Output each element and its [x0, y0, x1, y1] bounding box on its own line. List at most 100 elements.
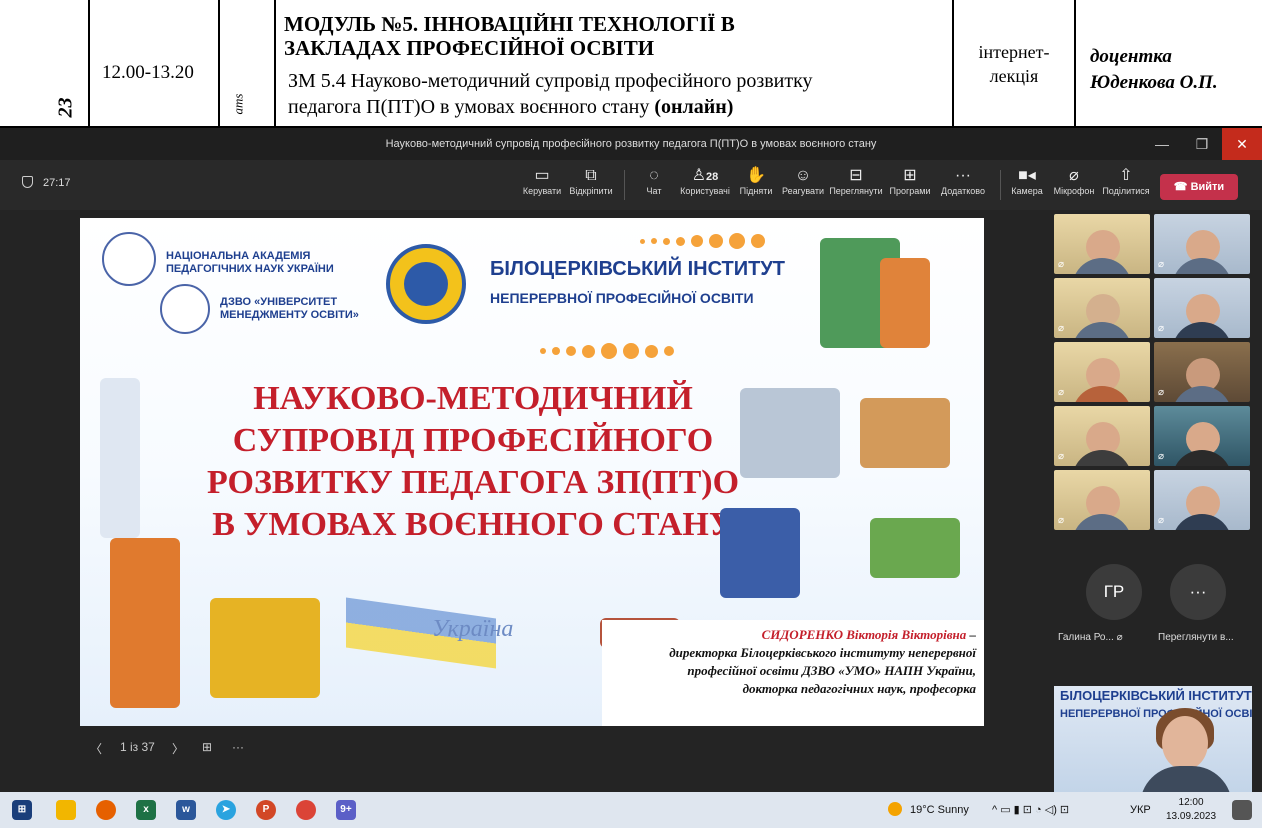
- camera-label: Камера: [1011, 186, 1043, 196]
- slide-title-line2: СУПРОВІД ПРОФЕСІЙНОГО: [232, 422, 714, 459]
- minimize-button[interactable]: —: [1142, 128, 1182, 160]
- speaker-line3: професійної освіти ДЗВО «УМО» НАПН Украї…: [687, 663, 976, 678]
- participant-video-tile[interactable]: ⌀: [1054, 406, 1150, 466]
- weather-widget[interactable]: 19°C Sunny: [888, 792, 969, 828]
- popout-button[interactable]: ⧉ Відкріпити: [566, 166, 616, 196]
- more-button[interactable]: ··· Додатково: [936, 166, 990, 196]
- doc-lecturer-line2: Юденкова О.П.: [1090, 72, 1218, 93]
- mic-muted-icon: ⌀: [1158, 259, 1165, 270]
- notifications-icon[interactable]: [1232, 800, 1252, 820]
- share-button[interactable]: ⇧ Поділитися: [1100, 166, 1152, 196]
- firefox-icon[interactable]: [96, 800, 116, 820]
- university-line2: МЕНЕДЖМЕНТУ ОСВІТИ»: [220, 309, 359, 321]
- speaker-dash: –: [966, 627, 977, 642]
- doc-module-line1: МОДУЛЬ №5. ІННОВАЦІЙНІ ТЕХНОЛОГІЇ В: [284, 12, 735, 36]
- participant-video-tile[interactable]: ⌀: [1154, 278, 1250, 338]
- manage-button[interactable]: ▭ Керувати: [520, 166, 564, 196]
- carpenter-illustration: [870, 518, 960, 578]
- participant-video-tile[interactable]: ⌀: [1054, 342, 1150, 402]
- people-icon: ♙28: [691, 167, 719, 184]
- speaker-caption: СИДОРЕНКО Вікторія Вікторівна – директор…: [602, 620, 984, 726]
- welder-illustration: [720, 508, 800, 598]
- meeting-timer: 27:17: [22, 176, 71, 189]
- view-button[interactable]: ⊟ Переглянути: [828, 166, 884, 196]
- doc-kind-line2: лекція: [989, 66, 1039, 86]
- chrome-icon[interactable]: [296, 800, 316, 820]
- speaker-line1: СИДОРЕНКО Вікторія Вікторівна –: [610, 626, 976, 644]
- sun-icon: [888, 802, 902, 816]
- view-label: Переглянути: [829, 186, 883, 196]
- react-button[interactable]: ☺ Реагувати: [780, 166, 826, 196]
- excel-icon[interactable]: x: [136, 800, 156, 820]
- participant-video-tile[interactable]: ⌀: [1154, 406, 1250, 466]
- participant-video-tile[interactable]: ⌀: [1054, 470, 1150, 530]
- institute-subtitle: НЕПЕРЕРВНОЇ ПРОФЕСІЙНОЇ ОСВІТИ: [490, 290, 754, 306]
- mic-button[interactable]: ⌀ Мікрофон: [1050, 166, 1098, 196]
- start-icon[interactable]: ⊞: [12, 800, 32, 820]
- leave-label: Вийти: [1190, 181, 1225, 193]
- participant-video-tile[interactable]: ⌀: [1154, 470, 1250, 530]
- camera-button[interactable]: ■◂ Камера: [1008, 166, 1046, 196]
- doc-date-fragment: 23: [54, 97, 77, 118]
- doc-module-title: МОДУЛЬ №5. ІННОВАЦІЙНІ ТЕХНОЛОГІЇ В ЗАКЛ…: [284, 12, 944, 60]
- leave-button[interactable]: ☎ Вийти: [1160, 174, 1238, 200]
- participant-avatar[interactable]: ГР: [1086, 564, 1142, 620]
- share-icon: ⇧: [1119, 167, 1133, 184]
- worker-illustration: [880, 258, 930, 348]
- participant-name-wrap: Галина Ро... ⌀: [1058, 632, 1123, 643]
- participant-video-tile[interactable]: ⌀: [1154, 342, 1250, 402]
- chat-icon: ◌: [649, 167, 659, 184]
- prev-slide-button[interactable]: 〈: [90, 740, 102, 757]
- share-label: Поділитися: [1102, 186, 1150, 196]
- university-seal-icon: [160, 284, 210, 334]
- mic-muted-icon: ⌀: [1158, 451, 1165, 462]
- powerpoint-icon[interactable]: P: [256, 800, 276, 820]
- self-banner-line2: НЕПЕРЕРВНОЇ ПРОФЕСІЙНОЇ ОСВІТИ: [1060, 708, 1252, 720]
- apps-button[interactable]: ⊞ Програми: [886, 166, 934, 196]
- file-explorer-icon[interactable]: [56, 800, 76, 820]
- slide-title: НАУКОВО-МЕТОДИЧНИЙ СУПРОВІД ПРОФЕСІЙНОГО…: [178, 378, 768, 546]
- raise-label: Підняти: [739, 186, 773, 196]
- timer-value: 27:17: [43, 177, 71, 189]
- view-more-participants-button[interactable]: ···: [1170, 564, 1226, 620]
- camera-icon: ■◂: [1018, 167, 1036, 184]
- popout-icon: ⧉: [585, 167, 597, 184]
- academy-name: НАЦІОНАЛЬНА АКАДЕМІЯ ПЕДАГОГІЧНИХ НАУК У…: [166, 250, 346, 276]
- raise-hand-button[interactable]: ✋ Підняти: [736, 166, 776, 196]
- teams-meeting-window: Науково-методичний супровід професійного…: [0, 128, 1262, 794]
- chat-button[interactable]: ◌ Чат: [636, 166, 672, 196]
- clock-time: 12:00: [1178, 797, 1204, 808]
- participant-video-tile[interactable]: ⌀: [1154, 214, 1250, 274]
- slide-title-line1: НАУКОВО-МЕТОДИЧНИЙ: [253, 380, 693, 417]
- language-indicator[interactable]: УКР: [1130, 792, 1151, 828]
- slide-title-line4: В УМОВАХ ВОЄННОГО СТАНУ: [212, 506, 734, 543]
- slide-more-button[interactable]: ···: [232, 740, 244, 754]
- clock[interactable]: 12:00 13.09.2023: [1166, 796, 1216, 824]
- self-video-tile[interactable]: БІЛОЦЕРКІВСЬКИЙ ІНСТИТУТ НЕПЕРЕРВНОЇ ПРО…: [1054, 686, 1252, 794]
- view-more-label: Переглянути в...: [1158, 632, 1234, 643]
- mic-muted-icon: ⌀: [1116, 632, 1123, 643]
- next-slide-button[interactable]: 〉: [172, 740, 184, 757]
- teams-icon[interactable]: 9+: [336, 800, 356, 820]
- mic-label: Мікрофон: [1053, 186, 1095, 196]
- doc-submodule: ЗМ 5.4 Науково-методичний супровід профе…: [288, 68, 948, 120]
- people-button[interactable]: ♙28 Користувачі: [676, 166, 734, 196]
- chat-label: Чат: [646, 186, 662, 196]
- mic-muted-icon: ⌀: [1069, 167, 1079, 184]
- popout-label: Відкріпити: [569, 186, 613, 196]
- participant-video-tile[interactable]: ⌀: [1054, 278, 1150, 338]
- restore-button[interactable]: ❐: [1182, 128, 1222, 160]
- participant-video-tile[interactable]: ⌀: [1054, 214, 1150, 274]
- telegram-icon[interactable]: ➤: [216, 800, 236, 820]
- doc-submodule-line2: педагога П(ПТ)О в умовах воєнного стану: [288, 96, 650, 118]
- meeting-toolbar: 27:17 ▭ Керувати ⧉ Відкріпити ◌ Чат ♙28 Кори…: [0, 160, 1262, 210]
- slide-counter: 1 із 37: [120, 740, 155, 754]
- institute-name: БІЛОЦЕРКІВСЬКИЙ ІНСТИТУТ: [490, 258, 785, 280]
- word-icon[interactable]: w: [176, 800, 196, 820]
- self-banner-line1: БІЛОЦЕРКІВСЬКИЙ ІНСТИТУТ: [1060, 688, 1252, 703]
- tray-icons[interactable]: ^ ▭ ▮ ⊡ ◔ ◁) ⊡: [992, 792, 1069, 828]
- grid-view-icon[interactable]: ⊞: [202, 740, 212, 754]
- window-title: Науково-методичний супровід професійного…: [385, 138, 877, 150]
- toolbar-divider: [1000, 170, 1001, 200]
- close-button[interactable]: ✕: [1222, 128, 1262, 160]
